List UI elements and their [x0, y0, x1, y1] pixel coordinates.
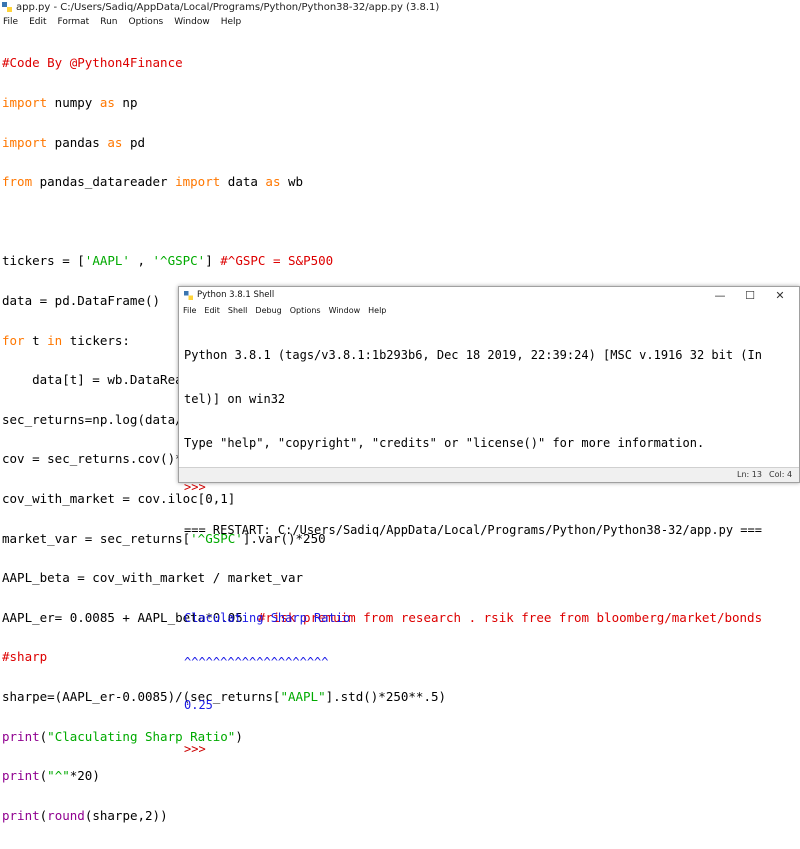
code-line: print("Claculating Sharp Ratio"): [2, 728, 243, 744]
maximize-button[interactable]: ☐: [735, 287, 765, 304]
shell-menu-shell[interactable]: Shell: [228, 304, 248, 318]
shell-window: Python 3.8.1 Shell — ☐ ✕ File Edit Shell De…: [178, 286, 800, 756]
menu-options[interactable]: Options: [128, 15, 163, 29]
shell-titlebar: Python 3.8.1 Shell — ☐ ✕: [179, 287, 799, 304]
shell-line: tel)] on win32: [184, 391, 286, 406]
shell-title: Python 3.8.1 Shell: [197, 290, 275, 300]
menu-edit[interactable]: Edit: [29, 15, 46, 29]
menu-file[interactable]: File: [3, 15, 18, 29]
editor-titlebar: app.py - C:/Users/Sadiq/AppData/Local/Pr…: [0, 0, 800, 15]
status-line: Ln: 13: [737, 470, 762, 479]
shell-line: Type "help", "copyright", "credits" or "…: [184, 435, 705, 450]
code-line: tickers = ['AAPL' , '^GSPC'] #^GSPC = S&…: [2, 253, 334, 269]
shell-menu-help[interactable]: Help: [368, 304, 386, 318]
shell-menu-edit[interactable]: Edit: [204, 304, 220, 318]
code-line: from pandas_datareader import data as wb: [2, 174, 304, 190]
shell-output[interactable]: Python 3.8.1 (tags/v3.8.1:1b293b6, Dec 1…: [179, 319, 799, 756]
code-line: import pandas as pd: [2, 134, 146, 150]
editor-title: app.py - C:/Users/Sadiq/AppData/Local/Pr…: [16, 2, 440, 13]
shell-output-line: 0.25: [184, 698, 213, 713]
shell-statusbar: Ln: 13 Col: 4: [179, 467, 799, 482]
code-line: import numpy as np: [2, 95, 138, 110]
shell-menu-window[interactable]: Window: [329, 304, 361, 318]
menu-help[interactable]: Help: [221, 15, 242, 29]
shell-line: Python 3.8.1 (tags/v3.8.1:1b293b6, Dec 1…: [184, 348, 762, 363]
minimize-button[interactable]: —: [705, 287, 735, 304]
menu-run[interactable]: Run: [100, 15, 117, 29]
python-icon: [184, 291, 193, 300]
shell-prompt: >>>: [184, 742, 213, 757]
code-line: print("^"*20): [2, 768, 100, 784]
shell-menu-debug[interactable]: Debug: [255, 304, 281, 318]
code-line: #Code By @Python4Finance: [2, 55, 183, 71]
menu-window[interactable]: Window: [174, 15, 210, 29]
shell-menubar: File Edit Shell Debug Options Window Help: [179, 304, 799, 318]
menu-format[interactable]: Format: [58, 15, 90, 29]
python-icon: [2, 2, 12, 12]
editor-menubar: File Edit Format Run Options Window Help: [0, 15, 800, 29]
close-button[interactable]: ✕: [765, 287, 795, 304]
shell-menu-options[interactable]: Options: [290, 304, 321, 318]
shell-output-line: ^^^^^^^^^^^^^^^^^^^^: [184, 654, 329, 669]
shell-restart-line: === RESTART: C:/Users/Sadiq/AppData/Loca…: [184, 523, 762, 538]
code-line: print(round(sharpe,2)): [2, 807, 168, 823]
shell-menu-file[interactable]: File: [183, 304, 196, 318]
shell-output-line: Claculating Sharp Ratio: [184, 610, 351, 625]
status-col: Col: 4: [769, 470, 793, 479]
